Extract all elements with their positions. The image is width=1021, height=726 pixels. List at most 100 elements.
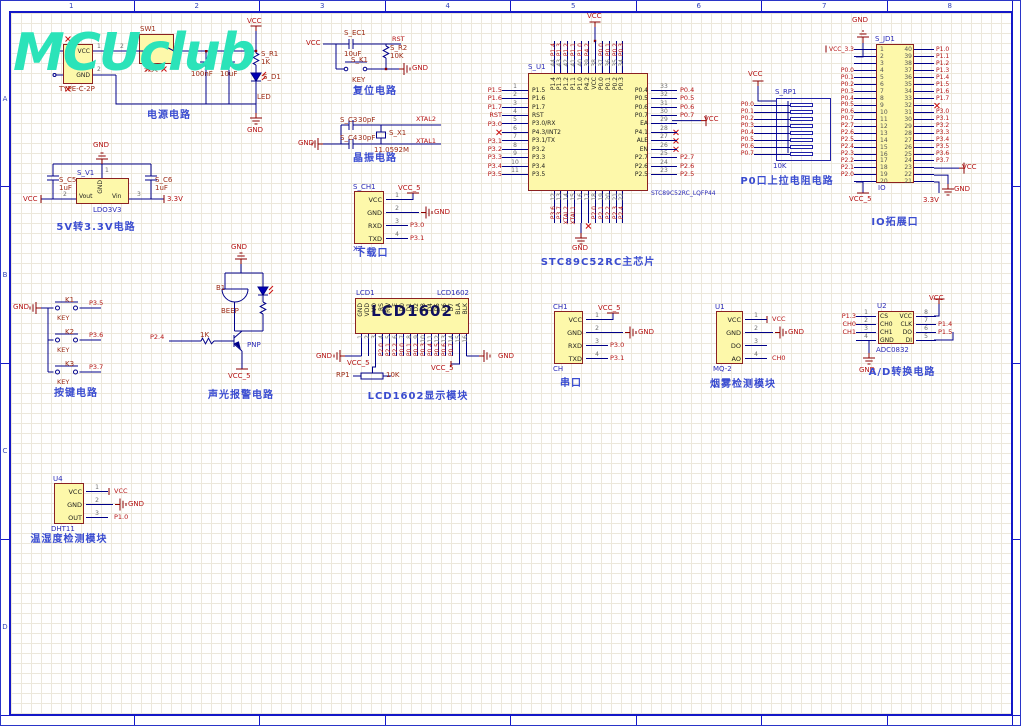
lcd-pins: GND 1 VDD 2 VO 3 RS 4 P2.0 RW 5 P2.1 E 6… <box>358 298 470 360</box>
pin-wire <box>754 154 790 155</box>
io-left-rows: VCC_3.3 1 2 3 P0.0 4 P0.1 5 P0.2 6 P0.3 … <box>808 47 888 186</box>
pin-name: Vin <box>112 194 121 200</box>
pin-wire: 3 <box>586 345 608 346</box>
net-label: P0.6 <box>442 343 448 356</box>
pin-row: EN 26 <box>590 145 694 153</box>
pin-wire: 1 <box>86 491 108 492</box>
pin-name: VCC <box>356 196 384 204</box>
net-label: P0.3 <box>421 343 427 356</box>
pin-number: 25 <box>651 150 677 157</box>
dht-rows: VCC 1 VCC GND 2 OUT 3 P1.0 <box>56 485 128 524</box>
pin-name: P0.6 <box>590 104 651 111</box>
pin-wire <box>854 91 876 92</box>
resistor-value: 10K <box>773 163 787 170</box>
designator: K2 <box>65 328 74 336</box>
pin-name: GND <box>358 303 364 317</box>
pin-wire: 1 <box>586 319 608 320</box>
pin-number: 5 <box>876 74 884 81</box>
capacitor-value: 30pF <box>358 135 375 142</box>
net-label: P3.0 <box>408 222 424 229</box>
pin-name: P1.7 <box>528 104 545 111</box>
net-label: P3.3 <box>476 154 502 161</box>
designator: S_C3 <box>340 117 357 124</box>
power-net-label: GND <box>247 127 263 134</box>
pin-number: 4 <box>386 231 408 238</box>
pin-wire <box>914 174 934 175</box>
pin-number: 37 <box>896 67 914 74</box>
pin-number: 4 <box>502 108 528 115</box>
part-label: KEY <box>57 378 69 386</box>
key-switch[interactable]: K1 P3.5 KEY <box>41 292 131 324</box>
pin-number: 29 <box>896 123 914 130</box>
capacitor-value: 1uF <box>59 185 72 192</box>
part-name: LCD1602 <box>437 290 469 297</box>
pin-number: 31 <box>651 100 677 107</box>
ruler-tick <box>135 714 261 725</box>
pin-wire <box>854 77 876 78</box>
net-label: P2.1 <box>599 206 605 219</box>
pin-wire <box>754 126 790 127</box>
pin-number: 3 <box>86 510 108 517</box>
pin-name: VO <box>372 303 378 312</box>
net-label: P2.2 <box>606 206 612 219</box>
part-name: STC89C52RC_LQFP44 <box>651 191 716 197</box>
pin-name: P1.6 <box>528 95 545 102</box>
pin-name: AO <box>718 355 743 363</box>
power-net-label: GND <box>572 245 588 252</box>
pin-name: VCC <box>880 313 914 320</box>
pin-wire <box>854 147 876 148</box>
net-label: P3.4 <box>476 163 502 170</box>
pin-number: 5 <box>916 333 936 340</box>
power-net-label: GND <box>128 501 144 508</box>
pin-row: 22 <box>896 171 949 178</box>
pin-wire <box>854 167 876 168</box>
pin-number: 15 <box>456 335 462 343</box>
block-caption: 串口 <box>560 379 582 389</box>
power-net-label: 3.3V <box>167 196 183 203</box>
pin-name: RS <box>379 303 385 311</box>
pin-number: 9 <box>876 102 884 109</box>
part-name: DHT11 <box>51 526 75 533</box>
power-net-label: VCC <box>929 295 944 302</box>
schematic-sheet[interactable]: 12345678 ABCD MCUclub <box>0 0 1021 726</box>
pin-wire <box>914 133 934 134</box>
pin-name: P3.4 <box>528 163 545 170</box>
pin-wire <box>854 56 876 57</box>
pin-name: D1 <box>407 303 413 311</box>
adc-right-rows: VCC 8 CLK 7 P1.4 DO 6 P1.5 DI 5 <box>880 312 952 344</box>
block-caption: 按键电路 <box>54 389 98 399</box>
key-switch[interactable]: K3 P3.7 KEY <box>41 356 131 388</box>
pin-number: 7 <box>502 133 528 140</box>
key-switch[interactable]: K2 P3.6 KEY <box>41 324 131 356</box>
pin-number: 14 <box>876 137 888 144</box>
mcu-bottom-pins: 12 P3.6 13 P3.7 14 XTAL2 15 XTAL1 16 17 … <box>551 191 627 237</box>
pin-row: P0.7 30 P0.7 <box>590 111 694 119</box>
power-net-label: GND <box>434 209 450 216</box>
net-label: P3.7 <box>934 158 949 164</box>
pin-wire: 11 <box>502 174 528 175</box>
pin-number: 10 <box>502 159 528 166</box>
pin-row: DI 5 <box>880 336 952 344</box>
pin-number: 9 <box>502 150 528 157</box>
pin-name: GND <box>718 329 743 337</box>
pin-number: 20 <box>606 193 612 201</box>
pin-wire <box>854 133 876 134</box>
pin-name: TXD <box>556 355 584 363</box>
pin-wire <box>854 174 876 175</box>
pin-number: 3 <box>876 60 884 67</box>
ruler-tick <box>888 714 1014 725</box>
key-rows[interactable]: K1 P3.5 KEY K2 P3.6 KEY K3 P3.7 KEY <box>41 292 131 388</box>
pin-name: GND <box>98 180 104 194</box>
pin-number: 35 <box>896 81 914 88</box>
pin-number: 22 <box>619 193 625 201</box>
power-net-label: 3.3V <box>923 197 939 204</box>
pin-number: 10 <box>421 335 427 343</box>
pin-wire <box>854 105 876 106</box>
pin-name: P2.7 <box>590 154 651 161</box>
designator: K1 <box>65 296 74 304</box>
pin-number: 27 <box>896 137 914 144</box>
pin-number: 6 <box>916 325 936 332</box>
pin-name: D6 <box>442 303 448 311</box>
net-label: P0.4 <box>677 87 694 94</box>
pin-number: 2 <box>365 335 371 339</box>
